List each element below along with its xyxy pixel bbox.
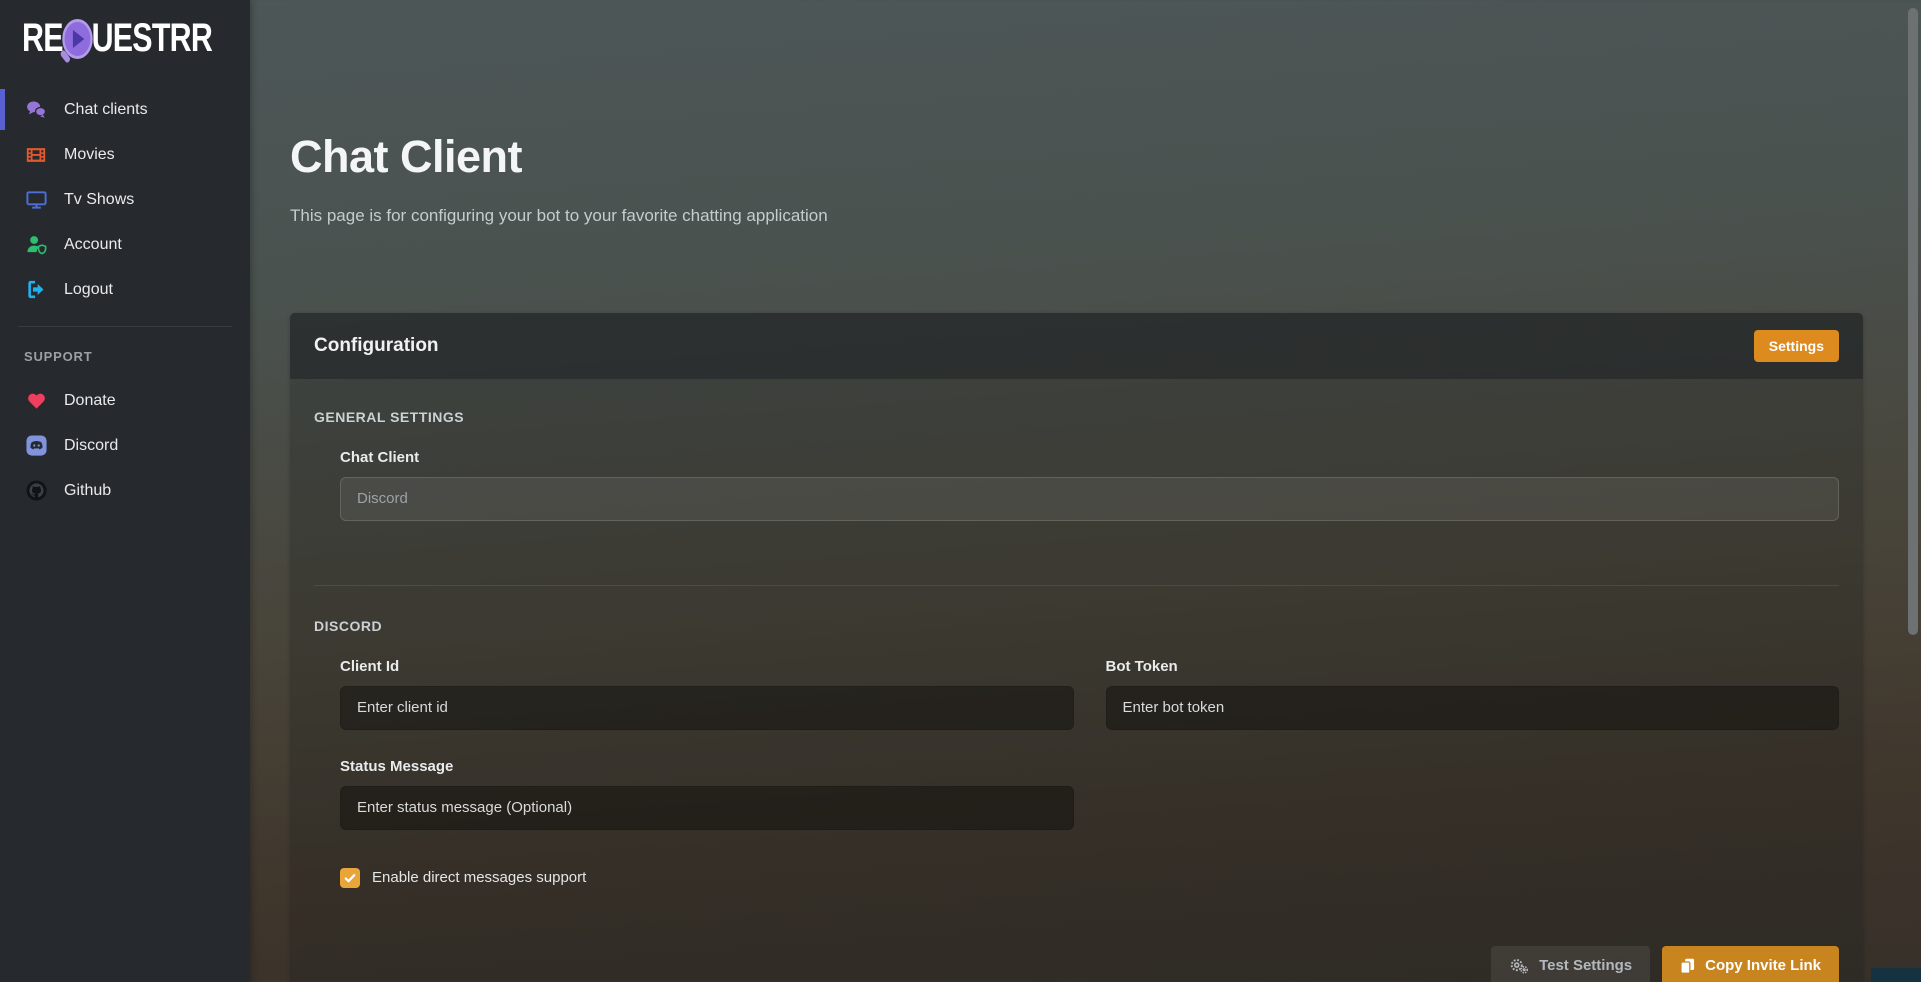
cogs-icon: [1509, 957, 1529, 975]
enable-dm-label: Enable direct messages support: [372, 869, 586, 886]
test-settings-button[interactable]: Test Settings: [1491, 946, 1650, 982]
sidebar-item-discord[interactable]: Discord: [0, 423, 250, 468]
status-message-input[interactable]: [340, 786, 1074, 830]
support-section-header: SUPPORT: [0, 341, 250, 378]
bottom-corner-strip: [1871, 968, 1921, 982]
sidebar-item-label: Account: [64, 236, 122, 254]
client-id-input[interactable]: [340, 686, 1074, 730]
sidebar-item-label: Tv Shows: [64, 191, 134, 209]
panel-footer: Test Settings Copy Invite Link: [314, 946, 1839, 982]
magnifier-play-icon: [62, 19, 92, 59]
configuration-panel-header: Configuration Settings: [290, 313, 1863, 379]
discord-section-header: DISCORD: [314, 618, 1839, 634]
configuration-panel: Configuration Settings GENERAL SETTINGS …: [290, 313, 1863, 982]
configuration-panel-body: GENERAL SETTINGS Chat Client DISCORD Cli…: [290, 379, 1863, 982]
copy-invite-link-label: Copy Invite Link: [1705, 957, 1821, 974]
section-divider: [314, 585, 1839, 586]
copy-icon: [1680, 958, 1695, 974]
enable-dm-checkbox-row[interactable]: Enable direct messages support: [340, 868, 1839, 888]
sidebar-item-account[interactable]: Account: [0, 222, 250, 267]
sidebar-item-movies[interactable]: Movies: [0, 132, 250, 177]
page-subtitle: This page is for configuring your bot to…: [290, 206, 1863, 226]
sidebar-item-label: Github: [64, 482, 111, 500]
sidebar-nav: Chat clients Movies Tv Shows Account Logout: [0, 87, 250, 312]
bot-token-input[interactable]: [1106, 686, 1840, 730]
film-icon: [24, 143, 48, 167]
chat-client-label: Chat Client: [340, 449, 1839, 466]
tv-icon: [24, 188, 48, 212]
bot-token-label: Bot Token: [1106, 658, 1840, 675]
sidebar-item-donate[interactable]: Donate: [0, 378, 250, 423]
chat-client-select[interactable]: [340, 477, 1839, 521]
logo-text: RE UESTRR: [22, 16, 212, 61]
sidebar-divider: [18, 326, 232, 327]
test-settings-label: Test Settings: [1539, 957, 1632, 974]
sidebar: RE UESTRR Chat clients Movies Tv Shows Acco…: [0, 0, 250, 982]
sidebar-item-chat-clients[interactable]: Chat clients: [0, 87, 250, 132]
check-icon: [343, 871, 357, 885]
user-shield-icon: [24, 233, 48, 257]
page-scrollbar-thumb[interactable]: [1908, 8, 1918, 635]
logo-suffix: UESTRR: [92, 16, 212, 61]
page-title: Chat Client: [290, 132, 1863, 182]
sidebar-support-nav: Donate Discord Github: [0, 378, 250, 513]
heart-icon: [24, 389, 48, 413]
sign-out-icon: [24, 278, 48, 302]
enable-dm-checkbox[interactable]: [340, 868, 360, 888]
chat-bubbles-icon: [24, 98, 48, 122]
panel-title: Configuration: [314, 335, 439, 357]
logo-prefix: RE: [22, 16, 63, 61]
general-settings-header: GENERAL SETTINGS: [314, 409, 1839, 425]
sidebar-item-tv-shows[interactable]: Tv Shows: [0, 177, 250, 222]
app-logo[interactable]: RE UESTRR: [0, 0, 250, 87]
main-content: Chat Client This page is for configuring…: [250, 0, 1921, 982]
sidebar-item-label: Discord: [64, 437, 118, 455]
sidebar-item-label: Movies: [64, 146, 115, 164]
sidebar-item-github[interactable]: Github: [0, 468, 250, 513]
status-message-label: Status Message: [340, 758, 1074, 775]
sidebar-item-logout[interactable]: Logout: [0, 267, 250, 312]
sidebar-item-label: Donate: [64, 392, 116, 410]
copy-invite-link-button[interactable]: Copy Invite Link: [1662, 946, 1839, 982]
discord-icon: [24, 434, 48, 458]
settings-button[interactable]: Settings: [1754, 330, 1839, 362]
sidebar-item-label: Logout: [64, 281, 113, 299]
sidebar-item-label: Chat clients: [64, 101, 148, 119]
client-id-label: Client Id: [340, 658, 1074, 675]
github-icon: [24, 479, 48, 503]
